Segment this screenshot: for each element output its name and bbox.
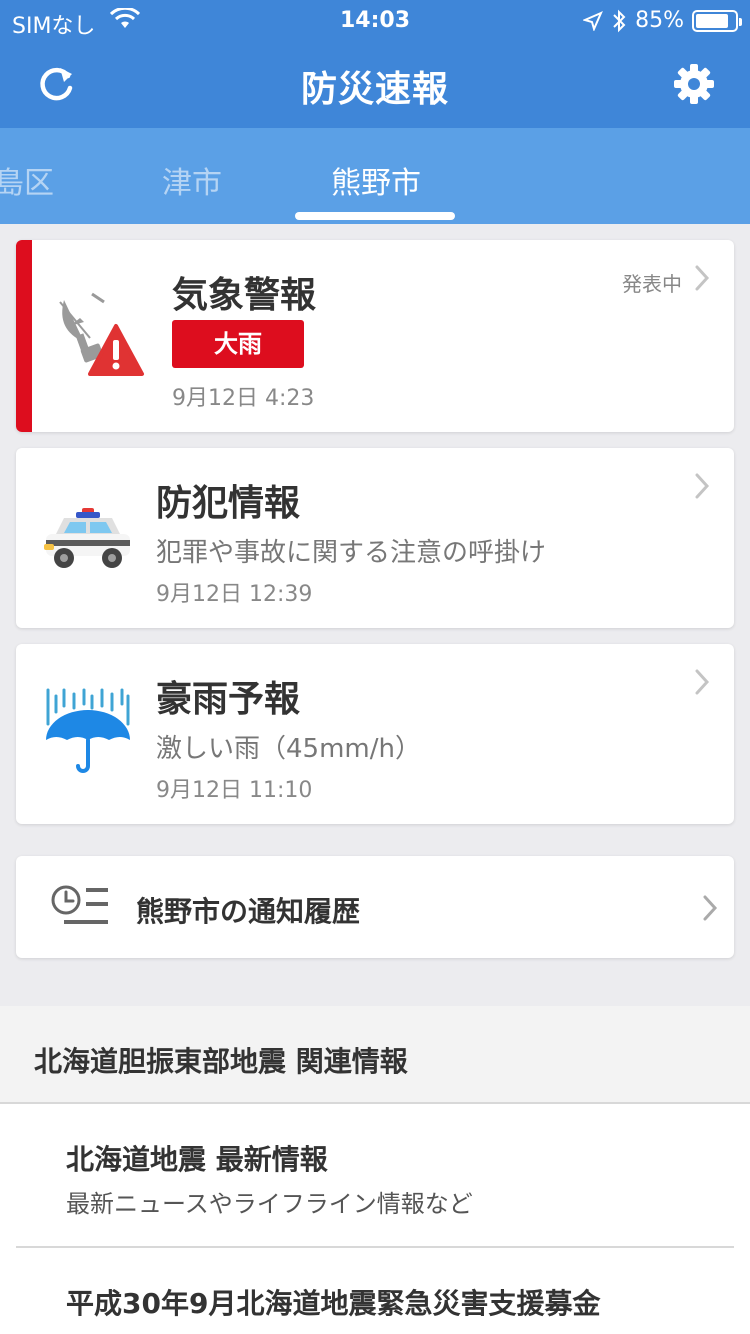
related-item-title[interactable]: 北海道地震 最新情報: [66, 1138, 328, 1178]
satellite-warning-icon: [59, 292, 144, 376]
crime-info-time: 9月12日 12:39: [156, 582, 313, 607]
gear-icon[interactable]: [672, 62, 716, 106]
battery-percent: 85%: [635, 8, 684, 33]
tab-tsu-shi[interactable]: 津市: [162, 158, 222, 202]
notification-history-label: 熊野市の通知履歴: [136, 895, 361, 928]
weather-warning-card[interactable]: 気象警報 大雨 9月12日 4:23 発表中: [16, 240, 734, 432]
police-car-icon: [44, 508, 130, 568]
page-title: 防災速報: [300, 69, 449, 110]
crime-info-title: 防犯情報: [156, 483, 301, 524]
related-info-heading: 北海道胆振東部地震 関連情報: [34, 1045, 408, 1078]
heavy-rain-badge: 大雨: [172, 320, 304, 368]
battery-icon: [692, 9, 742, 32]
divider: [16, 1246, 734, 1248]
weather-warning-title: 気象警報: [172, 275, 317, 316]
tab-shima-ku[interactable]: 島区: [0, 158, 54, 202]
clock-list-icon: [51, 885, 108, 924]
location-arrow-icon: [583, 10, 604, 31]
related-item-subtitle: 最新ニュースやライフライン情報など: [66, 1190, 473, 1218]
rain-forecast-subtitle: 激しい雨（45mm/h）: [156, 734, 421, 764]
chevron-right-icon: [695, 473, 710, 499]
battery-fill: [696, 13, 729, 28]
rain-forecast-card[interactable]: 豪雨予報 激しい雨（45mm/h） 9月12日 11:10: [16, 644, 734, 824]
related-item-title[interactable]: 平成30年9月北海道地震緊急災害支援募金: [66, 1282, 600, 1322]
related-info-section: 北海道胆振東部地震 関連情報 北海道地震 最新情報 最新ニュースやライフライン情…: [0, 1006, 750, 1334]
rain-forecast-time: 9月12日 11:10: [156, 778, 313, 803]
active-tab-indicator: [295, 212, 455, 220]
crime-info-card[interactable]: 防犯情報 犯罪や事故に関する注意の呼掛け 9月12日 12:39: [16, 448, 734, 628]
tab-kumano-shi[interactable]: 熊野市: [331, 158, 421, 202]
bluetooth-icon: [613, 9, 626, 32]
chevron-right-icon: [703, 895, 718, 921]
chevron-right-icon: [695, 669, 710, 695]
city-tabs: 島区 津市 熊野市: [0, 128, 750, 224]
nav-bar: 防災速報: [0, 42, 750, 128]
umbrella-rain-icon: [46, 688, 130, 773]
related-info-header: 北海道胆振東部地震 関連情報: [0, 1006, 750, 1104]
issued-status: 発表中: [622, 272, 682, 296]
weather-warning-time: 9月12日 4:23: [172, 386, 315, 411]
notification-history-row[interactable]: 熊野市の通知履歴: [16, 856, 734, 958]
chevron-right-icon: [695, 265, 710, 291]
crime-info-subtitle: 犯罪や事故に関する注意の呼掛け: [156, 538, 547, 568]
status-bar: SIMなし 14:03 85%: [0, 0, 750, 42]
alert-accent-bar: [16, 240, 32, 432]
rain-forecast-title: 豪雨予報: [156, 679, 301, 720]
